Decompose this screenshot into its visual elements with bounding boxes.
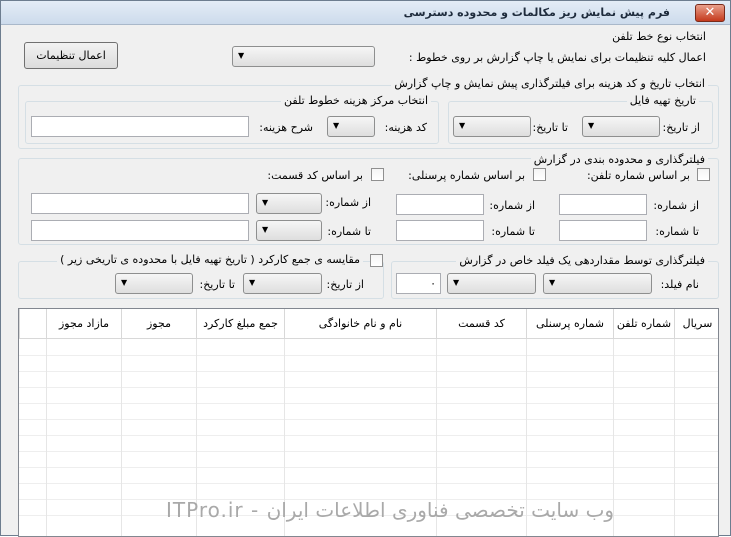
column-header[interactable]: شماره تلفن	[613, 309, 674, 339]
column-header[interactable]: مازاد مجوز	[46, 309, 121, 339]
column-header[interactable]: سریال	[674, 309, 718, 339]
grid-col-line	[674, 339, 675, 536]
compare-from-label: از تاریخ:	[326, 278, 364, 291]
cost-center-title: انتخاب مرکز هزینه خطوط تلفن	[281, 94, 431, 107]
phone-to-input[interactable]	[559, 220, 647, 241]
watermark-text: ITPro.ir - وب سایت تخصصی فناوری اطلاعات …	[166, 498, 615, 522]
field-value-input[interactable]: ۰	[396, 273, 441, 294]
compare-to-label: تا تاریخ:	[199, 278, 235, 291]
compare-from-select[interactable]: ▼	[243, 273, 322, 294]
column-header[interactable]: جمع مبلغ کارکرد	[196, 309, 284, 339]
grid-row-line	[19, 419, 718, 420]
section-to-desc[interactable]	[31, 220, 249, 241]
field-operator-select[interactable]: ▼	[447, 273, 536, 294]
section-to-label: تا شماره:	[327, 225, 371, 238]
chevron-down-icon: ▼	[249, 278, 256, 287]
compare-to-select[interactable]: ▼	[115, 273, 193, 294]
chevron-down-icon: ▼	[238, 51, 245, 60]
cost-code-select[interactable]: ▼	[327, 116, 375, 137]
phone-from-label: از شماره:	[653, 199, 699, 212]
field-name-select[interactable]: ▼	[543, 273, 652, 294]
personnel-from-label: از شماره:	[489, 199, 535, 212]
phone-to-label: تا شماره:	[655, 225, 699, 238]
grid-row-line	[19, 435, 718, 436]
phone-from-input[interactable]	[559, 194, 647, 215]
personnel-filter-label: بر اساس شماره پرسنلی:	[408, 169, 525, 182]
chevron-down-icon: ▼	[588, 121, 595, 130]
date-code-group-title: انتخاب تاریخ و کد هزینه برای فیلترگذاری …	[391, 77, 708, 90]
column-header[interactable]: مجوز	[121, 309, 196, 339]
section-from-select[interactable]: ▼	[256, 193, 322, 214]
chevron-down-icon: ▼	[262, 198, 269, 207]
grid-row-line	[19, 403, 718, 404]
row-header-corner	[19, 309, 46, 339]
compare-title: مقایسه ی جمع کارکرد ( تاریخ تهیه فایل با…	[57, 253, 363, 266]
title-bar: فرم پیش نمایش ریز مکالمات و محدوده دسترس…	[1, 1, 730, 25]
grid-row-line	[19, 451, 718, 452]
file-date-title: تاریخ تهیه فایل	[626, 94, 699, 107]
chevron-down-icon: ▼	[121, 278, 128, 287]
section-filter-checkbox[interactable]	[371, 168, 384, 181]
apply-settings-button[interactable]: اعمال تنظیمات	[24, 42, 118, 69]
grid-row-line	[19, 355, 718, 356]
column-header[interactable]: نام و نام خانوادگی	[284, 309, 436, 339]
grid-col-line	[46, 339, 47, 536]
cost-desc-input[interactable]	[31, 116, 249, 137]
grid-row-line	[19, 467, 718, 468]
phone-filter-label: بر اساس شماره تلفن:	[586, 169, 690, 182]
column-header[interactable]: شماره پرسنلی	[526, 309, 613, 339]
main-window: فرم پیش نمایش ریز مکالمات و محدوده دسترس…	[0, 0, 731, 537]
grid-row-line	[19, 483, 718, 484]
file-date-from-select[interactable]: ▼	[582, 116, 660, 137]
personnel-filter-checkbox[interactable]	[533, 168, 546, 181]
line-type-select[interactable]: ▼	[232, 46, 375, 67]
cost-desc-label: شرح هزینه:	[259, 121, 313, 134]
personnel-to-label: تا شماره:	[491, 225, 535, 238]
close-icon: ✕	[704, 5, 716, 20]
chevron-down-icon: ▼	[549, 278, 556, 287]
chevron-down-icon: ▼	[459, 121, 466, 130]
grid-row-line	[19, 371, 718, 372]
window-title: فرم پیش نمایش ریز مکالمات و محدوده دسترس…	[403, 6, 670, 19]
chevron-down-icon: ▼	[262, 225, 269, 234]
section-from-label: از شماره:	[325, 196, 371, 209]
field-filter-title: فیلترگذاری توسط مقداردهی یک فیلد خاص در …	[456, 254, 708, 267]
section-filter-label: بر اساس کد قسمت:	[267, 169, 363, 182]
grid-col-line	[121, 339, 122, 536]
file-date-to-select[interactable]: ▼	[453, 116, 531, 137]
filter-group-title: فیلترگذاری و محدوده بندی در گزارش	[530, 153, 708, 166]
grid-row-line	[19, 387, 718, 388]
column-header[interactable]: کد قسمت	[436, 309, 526, 339]
section-to-select[interactable]: ▼	[256, 220, 322, 241]
field-name-label: نام فیلد:	[660, 278, 699, 291]
file-date-from-label: از تاریخ:	[662, 121, 700, 134]
cost-code-label: کد هزینه:	[384, 121, 427, 134]
personnel-to-input[interactable]	[396, 220, 484, 241]
chevron-down-icon: ▼	[453, 278, 460, 287]
file-date-to-label: تا تاریخ:	[532, 121, 568, 134]
phone-filter-checkbox[interactable]	[697, 168, 710, 181]
compare-checkbox[interactable]	[370, 254, 383, 267]
close-button[interactable]: ✕	[695, 4, 725, 22]
line-type-title: انتخاب نوع خط تلفن	[612, 30, 706, 43]
chevron-down-icon: ▼	[333, 121, 340, 130]
personnel-from-input[interactable]	[396, 194, 484, 215]
section-from-desc[interactable]	[31, 193, 249, 214]
apply-settings-label: اعمال کلیه تنظیمات برای نمایش یا چاپ گزا…	[408, 51, 706, 64]
